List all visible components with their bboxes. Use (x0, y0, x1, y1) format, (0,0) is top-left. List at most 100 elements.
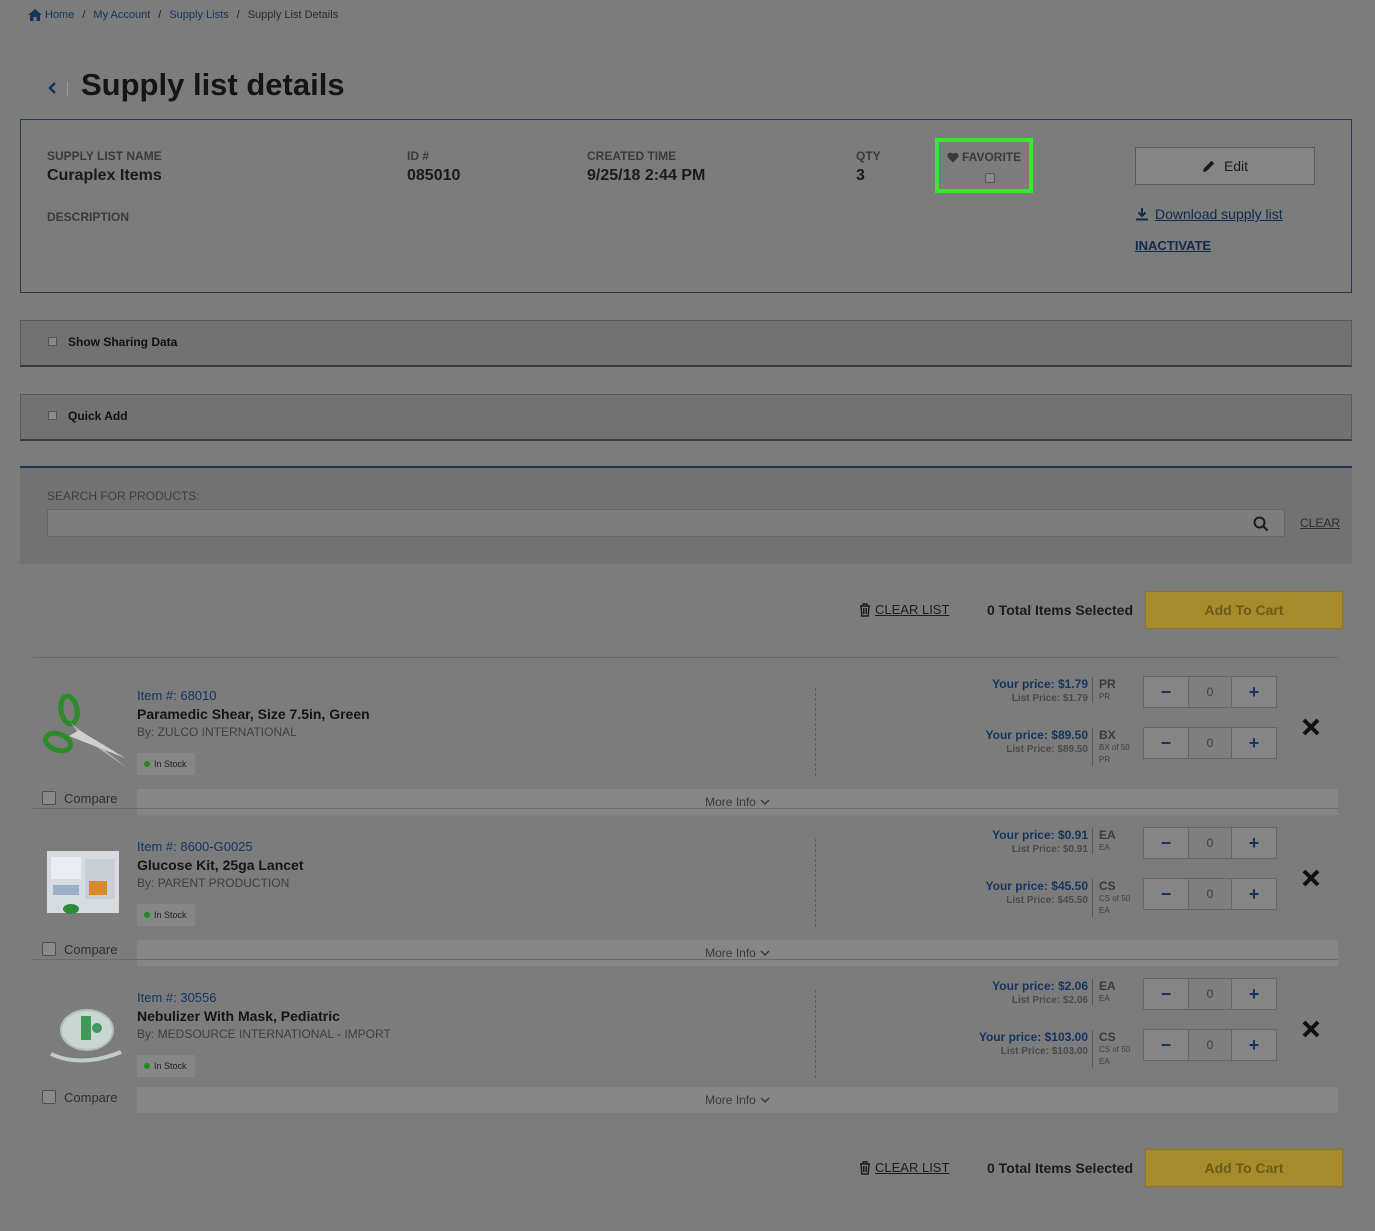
increase-button[interactable]: + (1232, 879, 1276, 909)
item-number[interactable]: Item #: 68010 (137, 688, 217, 703)
decrease-button[interactable]: − (1144, 728, 1188, 758)
unit-code: CS (1099, 1030, 1116, 1044)
close-icon[interactable] (1301, 717, 1321, 737)
compare-checkbox[interactable] (42, 942, 56, 956)
increase-button[interactable]: + (1232, 728, 1276, 758)
edit-button-label: Edit (1223, 158, 1249, 174)
your-price: Your price: $1.79 (992, 677, 1088, 691)
stock-badge: In Stock (137, 753, 195, 775)
decrease-button[interactable]: − (1144, 1030, 1188, 1060)
decrease-button[interactable]: − (1144, 677, 1188, 707)
compare-label: Compare (64, 942, 118, 957)
unit-description: BX of 50 (1099, 743, 1130, 752)
search-icon[interactable] (1253, 516, 1269, 532)
more-info-toggle[interactable]: More Info (137, 1087, 1338, 1113)
pencil-icon (1202, 160, 1215, 172)
clear-list-button-bottom[interactable]: CLEAR LIST (859, 1160, 949, 1175)
list-price: List Price: $1.79 (1011, 693, 1088, 704)
quantity-stepper[interactable]: − 0 + (1143, 827, 1277, 859)
unit-block: CS CS of 50 EA (1092, 1030, 1130, 1068)
product-row: Item #: 30556 Nebulizer With Mask, Pedia… (33, 966, 1338, 1114)
your-price: Your price: $45.50 (985, 879, 1089, 893)
unit-base: EA (1099, 1057, 1110, 1066)
breadcrumb-current: Supply List Details (247, 9, 339, 21)
increase-button[interactable]: + (1232, 1030, 1276, 1060)
clear-list-label: CLEAR LIST (875, 1160, 950, 1175)
favorite-label-group: FAVORITE (947, 150, 1021, 164)
inactivate-link[interactable]: INACTIVATE (1135, 238, 1211, 253)
breadcrumb-home[interactable]: Home (45, 9, 74, 21)
clear-list-button[interactable]: CLEAR LIST (859, 602, 949, 617)
quantity-stepper[interactable]: − 0 + (1143, 1029, 1277, 1061)
your-price: Your price: $89.50 (985, 728, 1089, 742)
more-info-toggle[interactable]: More Info (137, 940, 1338, 966)
breadcrumb-supply-lists[interactable]: Supply Lists (169, 9, 228, 21)
quantity-value[interactable]: 0 (1188, 879, 1232, 909)
compare-checkbox[interactable] (42, 1090, 56, 1104)
product-name[interactable]: Glucose Kit, 25ga Lancet (137, 857, 304, 873)
more-info-toggle[interactable]: More Info (137, 789, 1338, 815)
stock-status: In Stock (154, 910, 187, 920)
trash-icon (860, 602, 870, 617)
close-icon[interactable] (1301, 1019, 1321, 1039)
quantity-stepper[interactable]: − 0 + (1143, 878, 1277, 910)
quick-add-toggle[interactable]: Quick Add (20, 394, 1352, 441)
increase-button[interactable]: + (1232, 677, 1276, 707)
row-divider (815, 990, 816, 1078)
unit-base: EA (1099, 906, 1110, 915)
quantity-stepper[interactable]: − 0 + (1143, 978, 1277, 1010)
product-name[interactable]: Paramedic Shear, Size 7.5in, Green (137, 706, 370, 722)
product-row-divider (33, 808, 1338, 809)
close-icon[interactable] (1301, 868, 1321, 888)
search-input[interactable] (47, 509, 1285, 537)
quantity-value[interactable]: 0 (1188, 728, 1232, 758)
id-value: 085010 (407, 167, 461, 184)
quantity-stepper[interactable]: − 0 + (1143, 676, 1277, 708)
list-price: List Price: $103.00 (1000, 1046, 1088, 1057)
quantity-value[interactable]: 0 (1188, 677, 1232, 707)
product-image-glucose-kit (47, 851, 119, 914)
total-items-selected: 0 Total Items Selected (987, 602, 1134, 618)
chevron-down-icon (760, 949, 770, 956)
quantity-value[interactable]: 0 (1188, 1030, 1232, 1060)
your-price: Your price: $103.00 (978, 1030, 1088, 1044)
clear-search-link[interactable]: CLEAR (1300, 516, 1340, 530)
row-divider (815, 688, 816, 776)
increase-button[interactable]: + (1232, 828, 1276, 858)
decrease-button[interactable]: − (1144, 828, 1188, 858)
decrease-button[interactable]: − (1144, 979, 1188, 1009)
breadcrumb-separator: / (236, 9, 240, 21)
edit-button[interactable]: Edit (1135, 147, 1315, 185)
show-sharing-data-toggle[interactable]: Show Sharing Data (20, 320, 1352, 367)
chevron-left-icon[interactable] (46, 80, 58, 96)
favorite-checkbox[interactable] (985, 173, 995, 183)
price-block: Your price: $89.50 List Price: $89.50 (986, 728, 1089, 755)
stock-status: In Stock (154, 759, 187, 769)
breadcrumb-my-account[interactable]: My Account (93, 9, 150, 21)
price-block: Your price: $45.50 List Price: $45.50 (986, 879, 1089, 906)
quantity-value[interactable]: 0 (1188, 979, 1232, 1009)
unit-code: CS (1099, 879, 1116, 893)
favorite-toggle[interactable]: FAVORITE (935, 138, 1033, 193)
add-to-cart-button[interactable]: Add To Cart (1145, 591, 1343, 629)
quantity-stepper[interactable]: − 0 + (1143, 727, 1277, 759)
download-supply-list-link[interactable]: Download supply list (1135, 206, 1283, 222)
quick-add-checkbox[interactable] (48, 411, 57, 420)
unit-description: CS of 50 (1099, 1045, 1131, 1054)
unit-description: EA (1099, 843, 1110, 852)
increase-button[interactable]: + (1232, 979, 1276, 1009)
show-sharing-data-checkbox[interactable] (48, 337, 57, 346)
decrease-button[interactable]: − (1144, 879, 1188, 909)
product-row: Item #: 68010 Paramedic Shear, Size 7.5i… (33, 664, 1338, 815)
unit-description: CS of 50 (1099, 894, 1131, 903)
item-number[interactable]: Item #: 30556 (137, 990, 217, 1005)
unit-base: PR (1099, 755, 1111, 764)
add-to-cart-button-bottom[interactable]: Add To Cart (1145, 1149, 1343, 1187)
title-divider (67, 82, 68, 96)
quantity-value[interactable]: 0 (1188, 828, 1232, 858)
compare-checkbox[interactable] (42, 791, 56, 805)
qty-label: QTY (856, 149, 881, 163)
item-number[interactable]: Item #: 8600-G0025 (137, 839, 253, 854)
product-name[interactable]: Nebulizer With Mask, Pediatric (137, 1008, 340, 1024)
favorite-label: FAVORITE (962, 150, 1022, 164)
